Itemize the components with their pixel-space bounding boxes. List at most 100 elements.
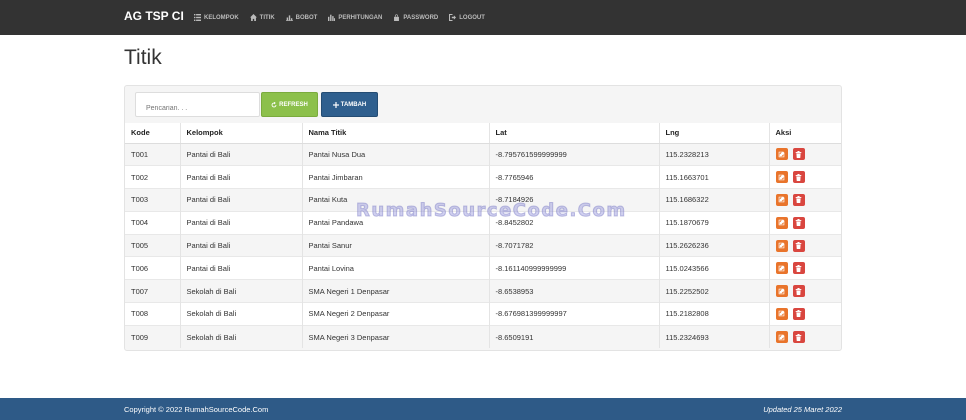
edit-icon <box>778 310 785 317</box>
cell-kelompok: Pantai di Bali <box>180 142 303 166</box>
edit-button[interactable] <box>775 148 788 161</box>
edit-button[interactable] <box>775 307 788 320</box>
trash-icon <box>795 150 802 158</box>
nav-item-label: TITIK <box>259 14 275 21</box>
cell-lat: -8.795761599999999 <box>489 142 660 166</box>
delete-button[interactable] <box>792 331 805 344</box>
nav-item-bobot[interactable]: BOBOT <box>285 14 318 21</box>
cell-kode: T009 <box>125 324 181 349</box>
footer-copyright: Copyright © 2022 RumahSourceCode.Com <box>124 405 269 414</box>
cell-aksi <box>769 210 841 235</box>
delete-button[interactable] <box>792 216 805 229</box>
search-input[interactable] <box>135 92 260 117</box>
edit-button[interactable] <box>775 331 788 344</box>
home-icon <box>249 14 258 21</box>
cell-aksi <box>769 279 841 303</box>
cell-nama: Pantai Jimbaran <box>302 165 490 189</box>
lock-icon <box>393 14 401 21</box>
refresh-button[interactable]: REFRESH <box>261 92 318 117</box>
plus-icon <box>332 101 339 108</box>
cell-kode: T001 <box>125 142 181 166</box>
cell-nama: SMA Negeri 2 Denpasar <box>302 302 490 326</box>
cell-kelompok: Sekolah di Bali <box>180 279 303 303</box>
table-row: T008 Sekolah di Bali SMA Negeri 2 Denpas… <box>125 302 841 326</box>
cell-lat: -8.6538953 <box>489 279 660 303</box>
col-kode[interactable]: Kode <box>125 123 181 144</box>
cell-lng: 115.0243566 <box>659 256 770 280</box>
cell-lng: 115.2252502 <box>659 279 770 303</box>
delete-button[interactable] <box>792 193 805 206</box>
table-body: T001 Pantai di Bali Pantai Nusa Dua -8.7… <box>125 142 841 349</box>
nav-item-kelompok[interactable]: KELOMPOK <box>194 14 239 21</box>
edit-icon <box>778 288 785 294</box>
brand[interactable]: AG TSP CI <box>124 9 184 23</box>
cell-kelompok: Pantai di Bali <box>180 210 303 235</box>
delete-button[interactable] <box>792 307 805 320</box>
logout-icon <box>449 14 457 21</box>
delete-button[interactable] <box>792 171 805 184</box>
table-row: T006 Pantai di Bali Pantai Lovina -8.161… <box>125 256 841 280</box>
nav-item-label: KELOMPOK <box>204 14 239 21</box>
delete-button[interactable] <box>792 239 805 252</box>
watermark: RumahSourceCode.Com <box>356 200 627 222</box>
cell-aksi <box>769 188 841 212</box>
cell-lng: 115.1870679 <box>659 210 770 235</box>
edit-button[interactable] <box>775 216 788 229</box>
edit-icon <box>778 265 785 272</box>
cell-nama: Pantai Lovina <box>302 256 490 280</box>
col-lng[interactable]: Lng <box>659 123 770 144</box>
edit-button[interactable] <box>775 239 788 252</box>
cell-kode: T002 <box>125 165 181 189</box>
table-header-row: Kode Kelompok Nama Titik Lat Lng Aksi <box>125 123 841 144</box>
footer-updated: Updated 25 Maret 2022 <box>763 405 842 414</box>
cell-aksi <box>769 233 841 257</box>
trash-icon <box>795 242 802 250</box>
cell-lat: -8.161140999999999 <box>489 256 660 280</box>
cell-kelompok: Sekolah di Bali <box>180 302 303 326</box>
cell-kode: T003 <box>125 188 181 212</box>
nav-item-perhitungan[interactable]: PERHITUNGAN <box>328 14 382 21</box>
delete-button[interactable] <box>792 262 805 275</box>
cell-kelompok: Pantai di Bali <box>180 165 303 189</box>
delete-button[interactable] <box>792 285 805 298</box>
col-lat[interactable]: Lat <box>489 123 660 144</box>
edit-button[interactable] <box>775 285 788 298</box>
table-row: T009 Sekolah di Bali SMA Negeri 3 Denpas… <box>125 324 841 349</box>
cell-nama: SMA Negeri 3 Denpasar <box>302 324 490 349</box>
titik-table: Kode Kelompok Nama Titik Lat Lng Aksi T0… <box>125 123 841 349</box>
edit-button[interactable] <box>775 193 788 206</box>
cell-kelompok: Sekolah di Bali <box>180 324 303 349</box>
cell-lng: 115.2182808 <box>659 302 770 326</box>
trash-icon <box>795 287 802 295</box>
trash-icon <box>795 196 802 204</box>
stats-icon <box>328 14 336 21</box>
edit-button[interactable] <box>775 262 788 275</box>
cell-nama: Pantai Sanur <box>302 233 490 257</box>
nav-item-logout[interactable]: LOGOUT <box>449 14 485 21</box>
nav-item-label: BOBOT <box>295 14 318 21</box>
nav-item-password[interactable]: PASSWORD <box>393 14 438 21</box>
cell-lng: 115.1686322 <box>659 188 770 212</box>
cell-lat: -8.6509191 <box>489 324 660 349</box>
table-row: T001 Pantai di Bali Pantai Nusa Dua -8.7… <box>125 142 841 166</box>
cell-lng: 115.1663701 <box>659 165 770 189</box>
delete-button[interactable] <box>792 148 805 161</box>
trash-icon <box>795 310 802 318</box>
cell-lng: 115.2324693 <box>659 324 770 349</box>
refresh-label: REFRESH <box>279 101 308 108</box>
cell-lng: 115.2626236 <box>659 233 770 257</box>
nav-item-label: LOGOUT <box>459 14 485 21</box>
add-button[interactable]: TAMBAH <box>321 92 378 117</box>
col-kelompok[interactable]: Kelompok <box>180 123 303 144</box>
cell-aksi <box>769 256 841 280</box>
col-aksi: Aksi <box>769 123 841 144</box>
edit-icon <box>778 174 785 180</box>
table-row: T007 Sekolah di Bali SMA Negeri 1 Denpas… <box>125 279 841 303</box>
col-nama-titik[interactable]: Nama Titik <box>302 123 490 144</box>
cell-aksi <box>769 302 841 326</box>
edit-button[interactable] <box>775 171 788 184</box>
trash-icon <box>795 173 802 181</box>
cell-lat: -8.7765946 <box>489 165 660 189</box>
cell-aksi <box>769 142 841 166</box>
nav-item-titik[interactable]: TITIK <box>249 14 275 21</box>
